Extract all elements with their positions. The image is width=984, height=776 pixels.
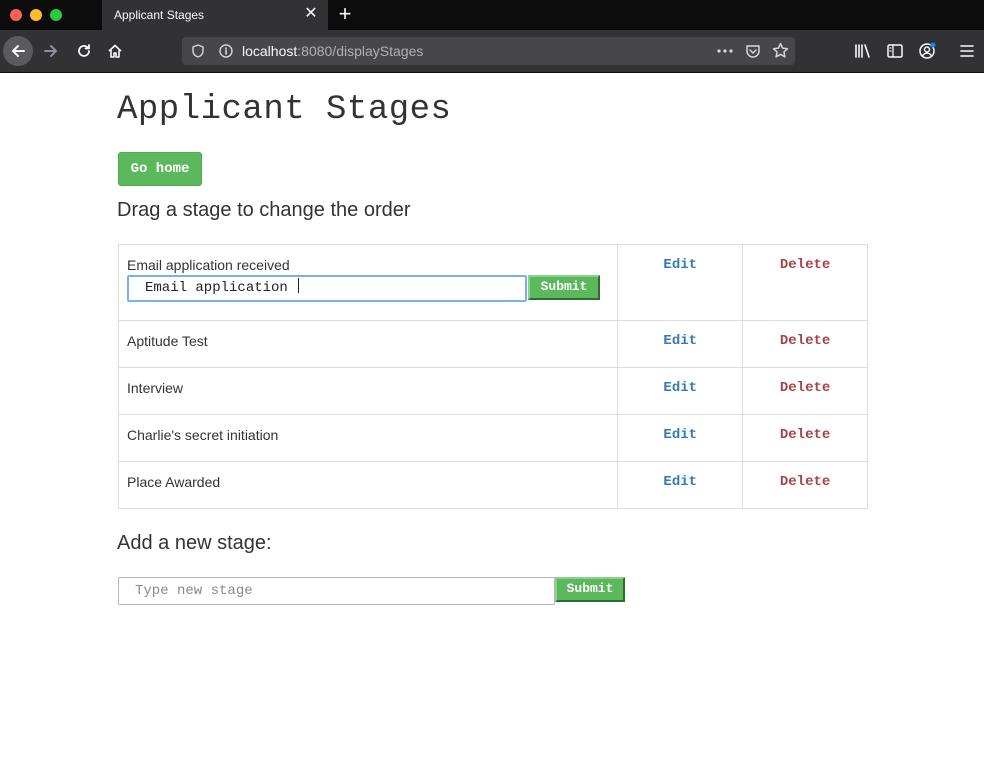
page-content: Applicant Stages Go home Drag a stage to… xyxy=(0,73,984,776)
add-stage-title: Add a new stage: xyxy=(117,532,272,554)
new-stage-input[interactable]: Type new stage xyxy=(118,577,555,605)
info-icon[interactable] xyxy=(219,44,233,58)
edit-stage-form: Email application Submit xyxy=(119,273,617,313)
back-button[interactable] xyxy=(3,36,33,66)
url-host: localhost xyxy=(242,43,298,59)
stage-name: Interview xyxy=(127,380,184,396)
stage-name: Aptitude Test xyxy=(127,333,208,349)
stage-name-cell: Interview xyxy=(117,367,619,415)
minimize-window-button[interactable] xyxy=(30,9,42,21)
bookmark-star-icon[interactable] xyxy=(772,42,789,59)
tab-title: Applicant Stages xyxy=(114,8,205,22)
url-path: :8080/displayStages xyxy=(297,43,424,59)
close-window-button[interactable] xyxy=(10,9,22,21)
add-stage-submit-button[interactable]: Submit xyxy=(555,577,625,602)
edit-stage-input[interactable]: Email application xyxy=(127,275,527,302)
home-toolbar-button[interactable] xyxy=(100,36,130,66)
edit-link[interactable]: Edit xyxy=(663,333,697,349)
stages-table: Email application received Email applica… xyxy=(117,244,868,509)
account-icon[interactable] xyxy=(918,42,936,60)
stage-name-cell: Charlie's secret initiation xyxy=(117,414,619,462)
hamburger-menu-icon[interactable] xyxy=(958,42,976,60)
browser-tab-active[interactable]: Applicant Stages ✕ xyxy=(102,0,328,30)
edit-stage-input-value: Email application xyxy=(145,280,297,296)
close-tab-icon[interactable]: ✕ xyxy=(302,5,320,23)
browser-titlebar: Applicant Stages ✕ + xyxy=(0,0,984,30)
edit-cell: Edit xyxy=(617,461,744,509)
maximize-window-button[interactable] xyxy=(50,9,62,21)
stage-name-cell: Place Awarded xyxy=(117,461,619,509)
stage-name: Charlie's secret initiation xyxy=(127,427,279,443)
library-icon[interactable] xyxy=(853,42,871,60)
reload-icon xyxy=(78,44,90,57)
delete-cell: Delete xyxy=(742,461,868,509)
edit-cell: Edit xyxy=(617,367,744,415)
new-tab-icon[interactable]: + xyxy=(334,3,356,25)
url-text[interactable]: localhost:8080/displayStages xyxy=(242,43,423,59)
stage-name-cell: Email application received Email applica… xyxy=(117,244,619,321)
delete-link[interactable]: Delete xyxy=(780,427,830,443)
edit-link[interactable]: Edit xyxy=(663,380,697,396)
delete-cell: Delete xyxy=(742,414,868,462)
edit-submit-button[interactable]: Submit xyxy=(528,275,600,300)
home-icon xyxy=(108,44,122,58)
back-arrow-icon xyxy=(12,45,25,57)
delete-link[interactable]: Delete xyxy=(780,333,830,349)
edit-link[interactable]: Edit xyxy=(663,257,697,273)
sidebar-toggle-icon[interactable] xyxy=(886,42,904,60)
delete-cell: Delete xyxy=(742,367,868,415)
shield-icon[interactable] xyxy=(191,44,205,58)
page-title: Applicant Stages xyxy=(117,91,452,129)
more-actions-icon[interactable] xyxy=(716,44,734,58)
edit-cell: Edit xyxy=(617,414,744,462)
delete-cell: Delete xyxy=(742,320,868,368)
delete-link[interactable]: Delete xyxy=(780,474,830,490)
new-stage-placeholder: Type new stage xyxy=(135,583,253,599)
stage-row[interactable]: Email application received Email applica… xyxy=(117,244,868,321)
edit-cell: Edit xyxy=(617,320,744,368)
stage-row[interactable]: Charlie's secret initiation Edit Delete xyxy=(117,414,868,462)
delete-link[interactable]: Delete xyxy=(780,380,830,396)
edit-link[interactable]: Edit xyxy=(663,427,697,443)
stage-row[interactable]: Place Awarded Edit Delete xyxy=(117,461,868,509)
url-bar[interactable]: localhost:8080/displayStages xyxy=(182,37,795,65)
text-caret xyxy=(298,278,300,293)
forward-button[interactable] xyxy=(36,36,66,66)
reload-button[interactable] xyxy=(69,36,99,66)
stage-row[interactable]: Interview Edit Delete xyxy=(117,367,868,415)
forward-arrow-icon xyxy=(44,45,57,57)
drag-hint: Drag a stage to change the order xyxy=(117,199,411,221)
stage-row[interactable]: Aptitude Test Edit Delete xyxy=(117,320,868,368)
delete-link[interactable]: Delete xyxy=(780,257,830,273)
stage-name: Email application received xyxy=(127,257,290,273)
browser-navbar: localhost:8080/displayStages xyxy=(0,30,984,73)
edit-cell: Edit xyxy=(617,244,744,321)
pocket-icon[interactable] xyxy=(745,43,761,59)
stage-name: Place Awarded xyxy=(127,474,221,490)
edit-link[interactable]: Edit xyxy=(663,474,697,490)
go-home-button[interactable]: Go home xyxy=(118,152,202,186)
delete-cell: Delete xyxy=(742,244,868,321)
stage-name-cell: Aptitude Test xyxy=(117,320,619,368)
